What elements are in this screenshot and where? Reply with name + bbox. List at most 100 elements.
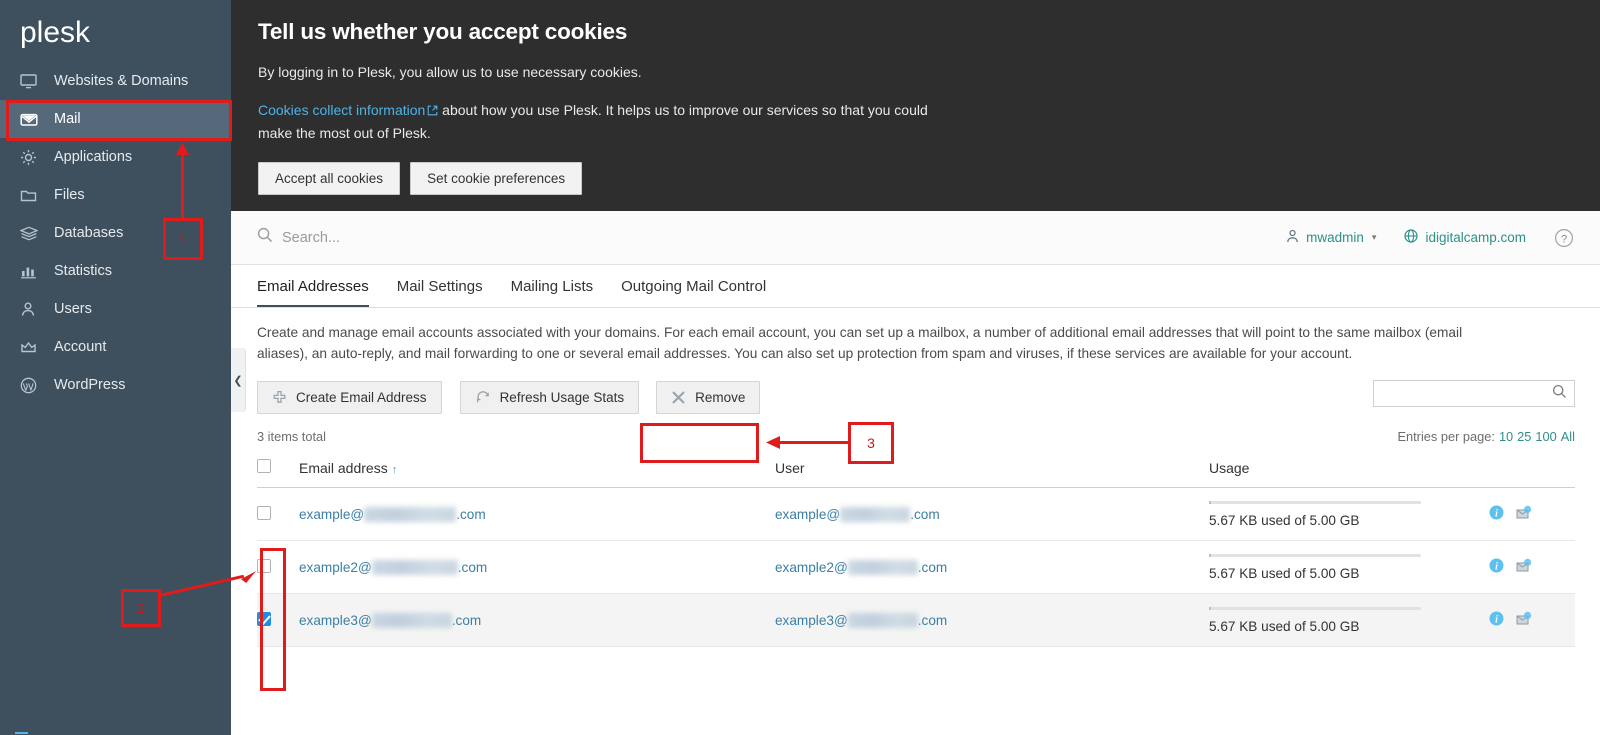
user-prefix: example@	[775, 506, 841, 522]
email-address-link[interactable]: example@ .com	[299, 506, 486, 522]
select-all-header	[257, 453, 299, 488]
row-usage-cell: 5.67 KB used of 5.00 GB	[1209, 540, 1489, 594]
email-prefix: example3@	[299, 612, 372, 628]
user-prefix: example3@	[775, 612, 848, 628]
toolbar-button-label: Remove	[695, 390, 746, 405]
row-select-cell	[257, 487, 299, 541]
search-icon	[257, 227, 273, 248]
list-search-input[interactable]	[1373, 380, 1575, 407]
sidebar-item-label: Websites & Domains	[54, 72, 189, 89]
column-header-usage[interactable]: Usage	[1209, 453, 1575, 488]
user-link[interactable]: example2@ .com	[775, 559, 948, 575]
brand-underline-accent	[15, 732, 28, 734]
info-icon[interactable]: i	[1489, 558, 1504, 576]
usage-text: 5.67 KB used of 5.00 GB	[1209, 512, 1360, 528]
crown-icon	[20, 338, 42, 356]
email-prefix: example@	[299, 506, 365, 522]
search-input[interactable]: Search...	[282, 230, 340, 246]
sidebar-item-account[interactable]: Account	[0, 328, 231, 366]
sidebar-collapse-handle[interactable]: ❮	[231, 348, 246, 412]
sidebar-item-wordpress[interactable]: WordPress	[0, 366, 231, 404]
select-all-checkbox[interactable]	[257, 459, 271, 473]
sidebar-item-users[interactable]: Users	[0, 290, 231, 328]
brand-logo[interactable]: plesk	[0, 0, 231, 734]
sidebar-item-files[interactable]: Files	[0, 176, 231, 214]
info-icon[interactable]: i	[1489, 505, 1504, 523]
toolbar-button-label: Create Email Address	[296, 390, 427, 405]
globe-icon	[1404, 229, 1419, 246]
top-header-right: mwadmin ▾ idigitalcamp.com ?	[1272, 228, 1600, 248]
email-address-link[interactable]: example2@ .com	[299, 559, 487, 575]
cookie-banner-title: Tell us whether you accept cookies	[258, 19, 628, 44]
cookies-collect-information-link[interactable]: Cookies collect information	[258, 102, 425, 118]
create-email-address-button[interactable]: Create Email Address	[257, 381, 442, 414]
email-address-link[interactable]: example3@ .com	[299, 612, 481, 628]
svg-text:?: ?	[1561, 233, 1567, 245]
row-checkbox[interactable]	[257, 505, 271, 520]
top-header-bar: Search... mwadmin ▾ idigitalcamp.com ?	[231, 211, 1600, 265]
annotation-number: 2	[137, 600, 145, 616]
user-menu[interactable]: mwadmin ▾	[1272, 229, 1390, 246]
entries-per-page-label: Entries per page:	[1397, 429, 1495, 444]
annotation-highlight-remove-button	[640, 423, 759, 463]
email-addresses-table: Email address ↑ User Usage example@ .com e…	[257, 453, 1575, 647]
table-header-row: Email address ↑ User Usage	[257, 453, 1575, 488]
row-user-cell: example3@ .com	[775, 593, 1209, 647]
row-usage-cell: 5.67 KB used of 5.00 GB	[1209, 487, 1489, 541]
info-icon[interactable]: i	[1489, 611, 1504, 629]
user-suffix: .com	[910, 506, 940, 522]
column-header-user[interactable]: User	[775, 453, 1209, 488]
remove-button[interactable]: Remove	[656, 381, 761, 414]
redacted-domain	[371, 612, 452, 628]
global-search[interactable]: Search...	[257, 227, 340, 248]
user-link[interactable]: example@ .com	[775, 506, 940, 522]
main-content: Email Addresses Mail Settings Mailing Li…	[231, 265, 1600, 735]
plus-icon	[272, 390, 287, 405]
entries-per-page: Entries per page: 10 25 100 All	[1397, 429, 1575, 444]
tab-label: Mailing Lists	[510, 278, 594, 295]
tab-mailing-lists[interactable]: Mailing Lists	[511, 278, 594, 307]
sidebar-item-websites-domains[interactable]: Websites & Domains	[0, 62, 231, 100]
annotation-marker-2: 2	[121, 589, 161, 627]
entries-per-page-option-all[interactable]: All	[1561, 429, 1575, 444]
set-cookie-preferences-button[interactable]: Set cookie preferences	[410, 162, 583, 195]
sidebar-item-label: Databases	[54, 224, 124, 241]
user-prefix: example2@	[775, 559, 848, 575]
usage-progress-bar	[1209, 606, 1421, 610]
refresh-usage-stats-button[interactable]: Refresh Usage Stats	[459, 381, 640, 414]
annotation-number: 1	[179, 231, 187, 247]
tab-mail-settings[interactable]: Mail Settings	[397, 278, 483, 307]
user-menu-label: mwadmin	[1306, 230, 1364, 245]
entries-per-page-option-100[interactable]: 100	[1535, 429, 1556, 444]
user-suffix: .com	[917, 559, 948, 575]
entries-per-page-option-25[interactable]: 25	[1517, 429, 1531, 444]
mail-icon[interactable]	[1515, 611, 1532, 629]
accept-all-cookies-button[interactable]: Accept all cookies	[258, 162, 401, 195]
entries-per-page-option-10[interactable]: 10	[1499, 429, 1513, 444]
help-button[interactable]: ?	[1540, 228, 1580, 248]
domain-selector[interactable]: idigitalcamp.com	[1390, 229, 1540, 246]
table-row[interactable]: example3@ .com example3@ .com 5.67 KB used…	[257, 593, 1575, 647]
domain-selector-label: idigitalcamp.com	[1425, 230, 1526, 245]
table-row[interactable]: example2@ .com example2@ .com 5.67 KB used…	[257, 540, 1575, 594]
user-link[interactable]: example3@ .com	[775, 612, 948, 628]
sidebar-item-label: Users	[54, 300, 92, 317]
sidebar-item-applications[interactable]: Applications	[0, 138, 231, 176]
mail-icon[interactable]	[1515, 505, 1532, 523]
tab-email-addresses[interactable]: Email Addresses	[257, 278, 369, 307]
redacted-domain	[847, 559, 918, 575]
page-description: Create and manage email accounts associa…	[257, 325, 1463, 361]
usage-progress-bar	[1209, 553, 1421, 557]
table-row[interactable]: example@ .com example@ .com 5.67 KB used o…	[257, 487, 1575, 541]
user-suffix: .com	[917, 612, 948, 628]
items-total-label: 3 items total	[257, 429, 326, 444]
row-actions-cell: i	[1489, 593, 1575, 647]
column-label: Usage	[1209, 459, 1250, 476]
annotation-highlight-mail	[6, 100, 232, 141]
svg-text:i: i	[1495, 508, 1498, 519]
mail-icon[interactable]	[1515, 558, 1532, 576]
redacted-domain	[371, 559, 458, 575]
tab-label: Mail Settings	[396, 278, 483, 295]
external-link-icon	[427, 100, 438, 122]
tab-outgoing-mail-control[interactable]: Outgoing Mail Control	[621, 278, 766, 307]
